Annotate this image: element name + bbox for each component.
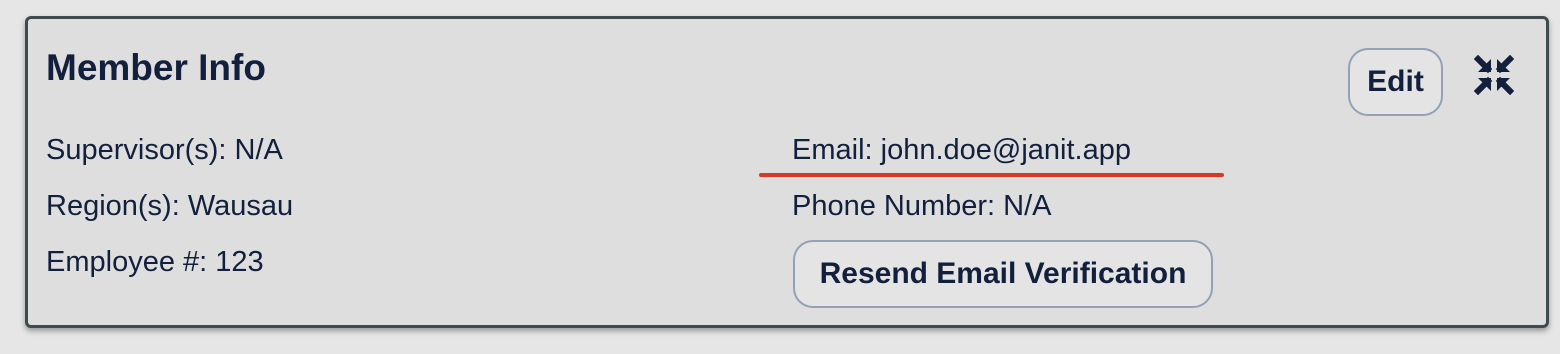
email-field: Email: john.doe@janit.app (792, 134, 1131, 166)
email-highlight-underline (759, 173, 1224, 177)
edit-button[interactable]: Edit (1348, 48, 1443, 116)
compress-arrows-icon[interactable] (1474, 55, 1514, 95)
resend-email-verification-button[interactable]: Resend Email Verification (793, 240, 1213, 308)
phone-number-field: Phone Number: N/A (792, 190, 1052, 222)
member-info-card: Member Info Edit Supervisor(s): N/A Regi… (25, 16, 1549, 328)
card-title: Member Info (46, 47, 266, 88)
region-field: Region(s): Wausau (46, 190, 294, 222)
supervisor-field: Supervisor(s): N/A (46, 134, 283, 166)
employee-number-field: Employee #: 123 (46, 246, 264, 278)
